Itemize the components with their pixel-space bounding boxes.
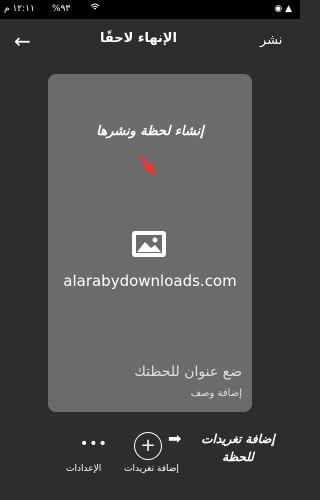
status-icons: ◉ ▲ [274,4,292,14]
annotation-line-1: إضافة تغريدات [201,432,275,446]
publish-button[interactable]: نشر [260,33,282,48]
red-arrow-icon [138,154,155,176]
add-image-icon[interactable] [131,230,167,258]
add-tweets-label: إضافة تغريدات [124,464,179,474]
annotation-text: إضافة تغريدات للحظة [196,430,280,466]
plus-icon: + [140,435,156,456]
card-heading: إنشاء لحظة ونشرها [96,124,204,139]
status-time: ١٢:١١ م [4,4,35,14]
watermark-text: alarabydownloads.com [63,272,237,290]
moment-title-field[interactable]: ضع عنوان للحظتك [134,364,242,380]
page-title: الإنهاء لاحقًا [100,31,177,46]
status-bar: ١٢:١١ م %٩٣ ◉ ▲ [0,0,300,19]
more-options-icon[interactable]: ••• [80,436,108,452]
description-field[interactable]: إضافة وصف [191,388,242,399]
add-tweets-button[interactable]: + [134,432,162,460]
app-bar: نشر الإنهاء لاحقًا ← [0,19,300,65]
settings-label: الإعدادات [66,464,102,474]
back-arrow-icon[interactable]: ← [14,29,31,53]
status-battery: %٩٣ [52,4,71,14]
moment-card[interactable]: إنشاء لحظة ونشرها alarabydownloads.com ض… [48,74,252,412]
wifi-icon [90,2,100,17]
annotation-arrow-icon: ➡ [168,429,182,448]
annotation-line-2: للحظة [222,450,254,464]
